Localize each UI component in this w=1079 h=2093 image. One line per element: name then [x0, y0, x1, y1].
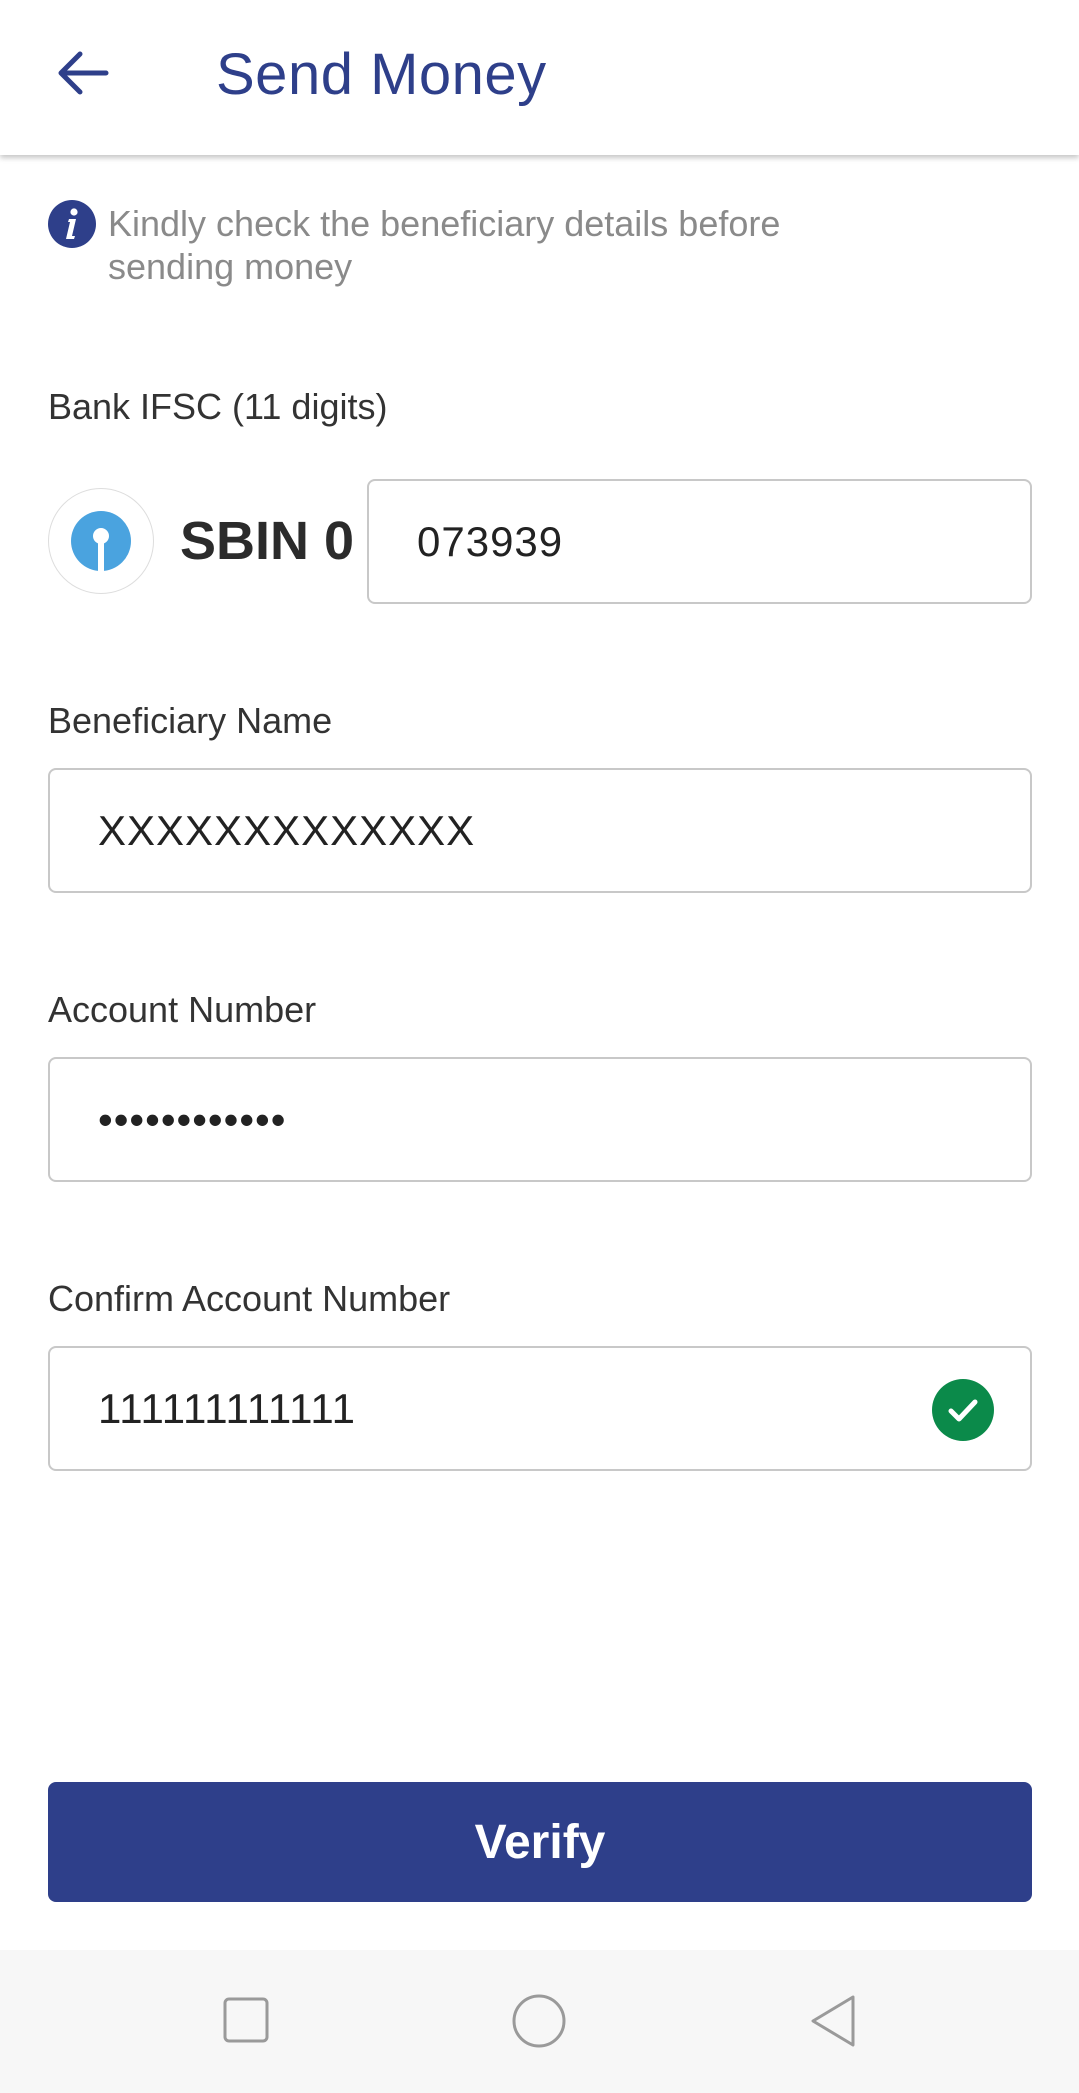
back-button[interactable] [52, 42, 114, 104]
notice-text: Kindly check the beneficiary details bef… [108, 203, 781, 287]
sbi-logo-icon [71, 511, 131, 572]
back-triangle-icon [811, 1995, 855, 2047]
check-circle-icon [932, 1379, 994, 1441]
system-back-button[interactable] [807, 1993, 859, 2054]
app-bar: Send Money [0, 0, 1079, 155]
home-icon [512, 1994, 566, 2048]
account-number-input[interactable]: •••••••••••• [48, 1057, 1032, 1182]
info-icon [48, 200, 96, 248]
bank-logo [48, 488, 154, 594]
home-button[interactable] [511, 1993, 567, 2054]
confirm-account-number-value: 111111111111 [98, 1384, 357, 1432]
ifsc-label: Bank IFSC (11 digits) [48, 386, 388, 427]
beneficiary-name-label: Beneficiary Name [48, 700, 333, 741]
system-nav-bar [0, 1950, 1079, 2093]
confirm-account-number-label: Confirm Account Number [48, 1278, 451, 1319]
beneficiary-name-input[interactable]: XXXXXXXXXXXXX [48, 768, 1032, 893]
page-title: Send Money [216, 42, 547, 107]
verify-button[interactable]: Verify [48, 1782, 1032, 1902]
ifsc-prefix: SBIN 0 [180, 511, 355, 571]
ifsc-input[interactable]: 073939 [367, 479, 1032, 604]
beneficiary-name-value: XXXXXXXXXXXXX [98, 806, 476, 854]
account-number-value: •••••••••••• [98, 1095, 287, 1143]
recents-icon [223, 1997, 269, 2043]
recents-button[interactable] [222, 1996, 270, 2049]
arrow-left-icon [58, 51, 109, 95]
confirm-account-number-input[interactable]: 111111111111 [48, 1346, 1032, 1471]
ifsc-input-value: 073939 [417, 517, 564, 565]
account-number-label: Account Number [48, 989, 317, 1030]
